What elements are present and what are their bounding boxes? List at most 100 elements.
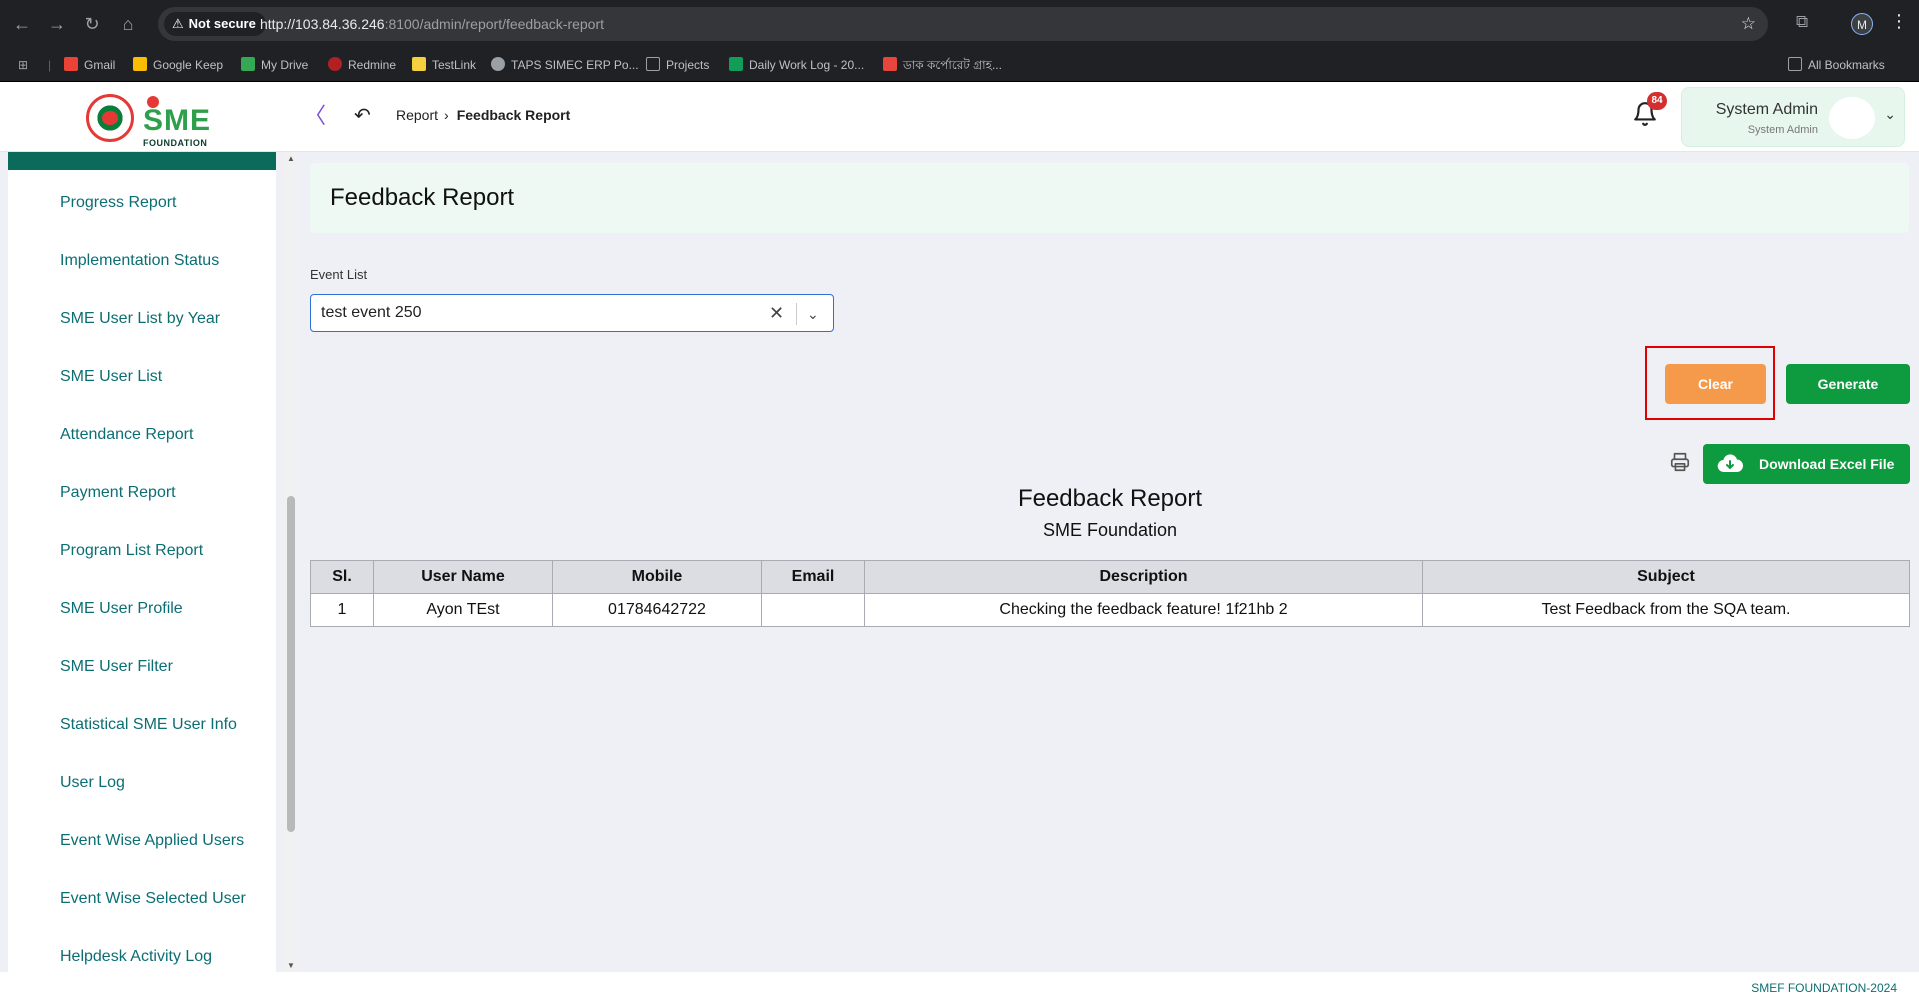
app-header: SME FOUNDATION 〈 ↶ Report › Feedback Repor… <box>0 82 1919 152</box>
browser-toolbar: ← → ↻ ⌂ ⚠ Not secure http://103.84.36.246… <box>0 0 1919 48</box>
event-list-label: Event List <box>310 267 368 282</box>
breadcrumb-separator-icon: › <box>444 107 449 123</box>
sidebar-collapse-chevron-icon[interactable]: 〈 <box>304 103 326 129</box>
apps-grid-icon[interactable]: ⊞ <box>18 48 28 82</box>
cell-subject: Test Feedback from the SQA team. <box>1422 593 1910 627</box>
sidebar-item-event-wise-selected-user[interactable]: Event Wise Selected User <box>60 890 246 908</box>
profile-avatar[interactable]: M <box>1851 13 1873 35</box>
sidebar-item-user-log[interactable]: User Log <box>60 774 125 792</box>
column-header-email: Email <box>761 560 865 594</box>
sidebar-scrollbar[interactable]: ▲ ▼ <box>284 152 298 972</box>
generate-button[interactable]: Generate <box>1786 364 1910 404</box>
notification-badge: 84 <box>1647 92 1667 110</box>
user-menu[interactable]: System Admin System Admin ⌄ <box>1681 87 1905 147</box>
sidebar-item-progress-report[interactable]: Progress Report <box>60 194 177 212</box>
bookmarks-bar: ⊞ | Gmail Google Keep My Drive Redmine T… <box>0 48 1919 82</box>
bookmark-google-keep[interactable]: Google Keep <box>133 48 223 82</box>
breadcrumb-report[interactable]: Report <box>396 107 438 123</box>
warning-icon: ⚠ <box>172 16 184 31</box>
avatar <box>1829 97 1875 139</box>
cloud-download-icon <box>1717 454 1743 473</box>
forward-arrow-icon[interactable]: → <box>45 12 69 36</box>
home-icon[interactable]: ⌂ <box>116 12 140 36</box>
bangladesh-seal-logo <box>86 94 134 142</box>
sidebar-item-statistical-sme-user-info[interactable]: Statistical SME User Info <box>60 716 237 734</box>
browser-menu-icon[interactable]: ⋮ <box>1890 11 1908 32</box>
cell-description: Checking the feedback feature! 1f21hb 2 <box>864 593 1423 627</box>
chevron-down-icon[interactable]: ⌄ <box>1884 106 1896 123</box>
sidebar-item-implementation-status[interactable]: Implementation Status <box>60 252 219 270</box>
column-header-mobile: Mobile <box>552 560 762 594</box>
page-title: Feedback Report <box>330 184 515 211</box>
table-header-row: Sl. User Name Mobile Email Description S… <box>310 560 1910 594</box>
footer: SMEF FOUNDATION-2024 <box>0 972 1919 1000</box>
bookmark-projects[interactable]: Projects <box>646 48 709 82</box>
bookmark-my-drive[interactable]: My Drive <box>241 48 308 82</box>
bookmark-dak-corporate[interactable]: ডাক কর্পোরেট গ্রাহ... <box>883 48 1002 82</box>
bookmark-redmine[interactable]: Redmine <box>328 48 396 82</box>
back-arrow-icon[interactable]: ← <box>10 12 34 36</box>
sidebar-item-helpdesk-activity-log[interactable]: Helpdesk Activity Log <box>60 948 212 966</box>
clear-button[interactable]: Clear <box>1665 364 1766 404</box>
scroll-down-arrow-icon[interactable]: ▼ <box>284 961 298 970</box>
security-chip[interactable]: ⚠ Not secure <box>164 12 266 36</box>
bookmark-star-icon[interactable]: ☆ <box>1741 7 1756 41</box>
breadcrumb: Report › Feedback Report <box>396 107 570 123</box>
page-title-card: Feedback Report <box>310 163 1909 233</box>
column-header-user-name: User Name <box>373 560 553 594</box>
select-divider <box>796 303 797 325</box>
column-header-subject: Subject <box>1422 560 1910 594</box>
sidebar-active-section[interactable] <box>8 152 276 170</box>
table-row: 1 Ayon TEst 01784642722 Checking the fee… <box>310 593 1910 627</box>
folder-icon <box>1788 57 1802 71</box>
printer-icon[interactable] <box>1669 451 1691 473</box>
cell-user-name: Ayon TEst <box>373 593 553 627</box>
bookmark-daily-work-log[interactable]: Daily Work Log - 20... <box>729 48 864 82</box>
reload-icon[interactable]: ↻ <box>80 12 104 36</box>
sme-foundation-logo[interactable]: SME FOUNDATION <box>143 96 215 148</box>
gmail-icon <box>64 57 78 71</box>
sidebar-item-event-wise-applied-users[interactable]: Event Wise Applied Users <box>60 832 244 850</box>
sidebar-item-sme-user-profile[interactable]: SME User Profile <box>60 600 183 618</box>
drive-icon <box>241 57 255 71</box>
extensions-icon[interactable]: ⧉ <box>1796 12 1808 32</box>
scroll-up-arrow-icon[interactable]: ▲ <box>284 154 298 163</box>
address-bar[interactable]: ⚠ Not secure http://103.84.36.246:8100/ad… <box>158 7 1768 41</box>
user-name: System Admin <box>1715 101 1818 118</box>
bookmark-all-bookmarks[interactable]: All Bookmarks <box>1788 48 1885 82</box>
cell-email <box>761 593 865 627</box>
report-subtitle: SME Foundation <box>1042 520 1178 540</box>
bookmark-testlink[interactable]: TestLink <box>412 48 476 82</box>
event-list-selected-value: test event 250 <box>321 304 422 321</box>
folder-icon <box>646 57 660 71</box>
sidebar-item-program-list-report[interactable]: Program List Report <box>60 542 203 560</box>
user-role: System Admin <box>1747 124 1818 136</box>
sidebar: Progress Report Implementation Status SM… <box>8 152 276 972</box>
sheets-icon <box>729 57 743 71</box>
clear-x-icon[interactable]: ✕ <box>769 301 784 325</box>
sidebar-item-sme-user-filter[interactable]: SME User Filter <box>60 658 173 676</box>
download-excel-button[interactable]: Download Excel File <box>1703 444 1910 484</box>
redmine-icon <box>328 57 342 71</box>
sidebar-item-payment-report[interactable]: Payment Report <box>60 484 176 502</box>
report-title: Feedback Report <box>1017 485 1203 512</box>
cell-sl: 1 <box>310 593 374 627</box>
undo-back-icon[interactable]: ↶ <box>354 104 371 128</box>
dak-icon <box>883 57 897 71</box>
sidebar-item-sme-user-list-by-year[interactable]: SME User List by Year <box>60 310 220 328</box>
globe-icon <box>491 57 505 71</box>
breadcrumb-current: Feedback Report <box>456 107 571 123</box>
cell-mobile: 01784642722 <box>552 593 762 627</box>
bookmark-gmail[interactable]: Gmail <box>64 48 115 82</box>
column-header-sl: Sl. <box>310 560 374 594</box>
sidebar-item-sme-user-list[interactable]: SME User List <box>60 368 162 386</box>
feedback-table: Sl. User Name Mobile Email Description S… <box>310 560 1910 627</box>
footer-copyright: SMEF FOUNDATION-2024 <box>1751 981 1897 995</box>
event-list-select[interactable]: test event 250 ✕ ⌄ <box>310 294 834 332</box>
chevron-down-icon[interactable]: ⌄ <box>807 302 819 326</box>
sidebar-item-attendance-report[interactable]: Attendance Report <box>60 426 193 444</box>
scrollbar-thumb[interactable] <box>287 496 295 832</box>
url-text: http://103.84.36.246:8100/admin/report/f… <box>260 16 605 32</box>
testlink-icon <box>412 57 426 71</box>
bookmark-taps-erp[interactable]: TAPS SIMEC ERP Po... <box>491 48 639 82</box>
